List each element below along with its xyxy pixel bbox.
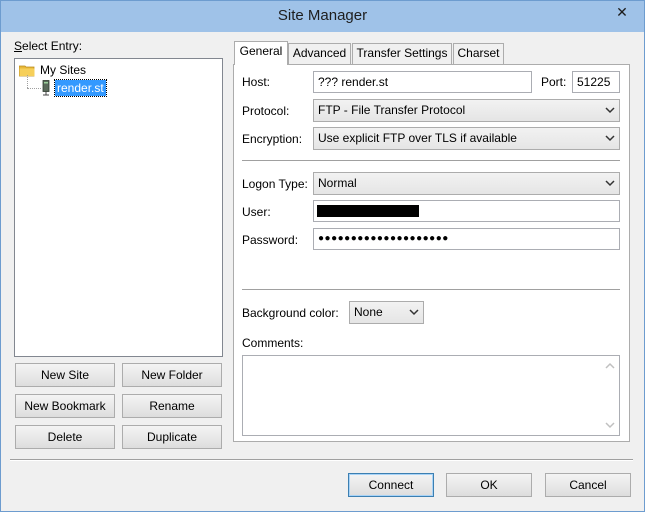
tree-node-my-sites[interactable]: My Sites: [15, 62, 215, 78]
close-icon[interactable]: ✕: [612, 2, 632, 22]
tree-connector: [27, 88, 41, 89]
select-entry-label-text: elect Entry:: [22, 39, 83, 53]
tree-node-render-st[interactable]: render.st: [41, 79, 221, 97]
host-input[interactable]: ??? render.st: [313, 71, 532, 93]
logon-type-select[interactable]: Normal: [313, 172, 620, 195]
scroll-down-icon[interactable]: [605, 421, 615, 429]
user-label: User:: [242, 205, 271, 219]
user-input[interactable]: [313, 200, 620, 222]
rename-button[interactable]: Rename: [122, 394, 222, 418]
tab-general[interactable]: General: [234, 41, 288, 65]
new-site-button[interactable]: New Site: [15, 363, 115, 387]
new-bookmark-button[interactable]: New Bookmark: [15, 394, 115, 418]
server-icon: [42, 80, 50, 96]
password-input[interactable]: ●●●●●●●●●●●●●●●●●●●●: [313, 228, 620, 250]
tab-transfer-settings[interactable]: Transfer Settings: [352, 43, 452, 64]
dialog-client: Select Entry: My Sites render.st New Sit…: [7, 32, 638, 506]
rename-button-label: Rename: [149, 399, 195, 413]
port-input[interactable]: 51225: [572, 71, 620, 93]
new-folder-button[interactable]: New Folder: [122, 363, 222, 387]
logon-type-label: Logon Type:: [242, 177, 308, 191]
chevron-down-icon: [605, 180, 615, 187]
comments-label: Comments:: [242, 336, 304, 350]
new-bookmark-button-label: New Bookmark: [24, 399, 106, 413]
redacted-username: [317, 205, 419, 217]
protocol-select-value: FTP - File Transfer Protocol: [318, 103, 466, 117]
encryption-select[interactable]: Use explicit FTP over TLS if available: [313, 127, 620, 150]
delete-button-label: Delete: [47, 430, 83, 444]
new-folder-button-label: New Folder: [141, 368, 203, 382]
separator: [242, 289, 620, 291]
duplicate-button-label: Duplicate: [146, 430, 198, 444]
encryption-label: Encryption:: [242, 132, 303, 146]
background-color-select[interactable]: None: [349, 301, 424, 324]
protocol-select[interactable]: FTP - File Transfer Protocol: [313, 99, 620, 122]
new-site-button-label: New Site: [40, 368, 90, 382]
protocol-label: Protocol:: [242, 104, 290, 118]
footer-separator: [10, 459, 633, 461]
tab-charset[interactable]: Charset: [453, 43, 504, 64]
encryption-select-value: Use explicit FTP over TLS if available: [318, 131, 517, 145]
scroll-up-icon[interactable]: [605, 362, 615, 370]
duplicate-button[interactable]: Duplicate: [122, 425, 222, 449]
separator: [242, 160, 620, 162]
title-bar: Site Manager ✕: [1, 1, 644, 32]
chevron-down-icon: [605, 107, 615, 114]
chevron-down-icon: [605, 135, 615, 142]
cancel-button-label: Cancel: [569, 478, 607, 492]
comments-textarea[interactable]: [242, 355, 620, 436]
tree-connector: [27, 75, 28, 88]
delete-button[interactable]: Delete: [15, 425, 115, 449]
chevron-down-icon: [409, 309, 419, 316]
logon-type-select-value: Normal: [318, 176, 357, 190]
host-label: Host:: [242, 75, 271, 89]
password-label: Password:: [242, 233, 299, 247]
cancel-button[interactable]: Cancel: [545, 473, 631, 497]
select-entry-label: Select Entry:: [14, 39, 83, 53]
tree-node-label: My Sites: [40, 63, 87, 77]
connect-button[interactable]: Connect: [348, 473, 434, 497]
general-tab-panel: Host: ??? render.st Port: 51225 Protocol…: [233, 64, 630, 442]
site-manager-window: Site Manager ✕ Select Entry: My Sites re…: [0, 0, 645, 512]
background-color-label: Background color:: [242, 306, 339, 320]
ok-button-label: OK: [480, 478, 498, 492]
background-color-select-value: None: [354, 305, 383, 319]
ok-button[interactable]: OK: [446, 473, 532, 497]
tab-advanced[interactable]: Advanced: [288, 43, 351, 64]
site-tree[interactable]: My Sites render.st: [14, 58, 223, 357]
port-label: Port:: [541, 75, 567, 89]
connect-button-label: Connect: [368, 478, 414, 492]
window-title: Site Manager: [277, 7, 368, 24]
tree-node-label-selected: render.st: [54, 79, 107, 97]
